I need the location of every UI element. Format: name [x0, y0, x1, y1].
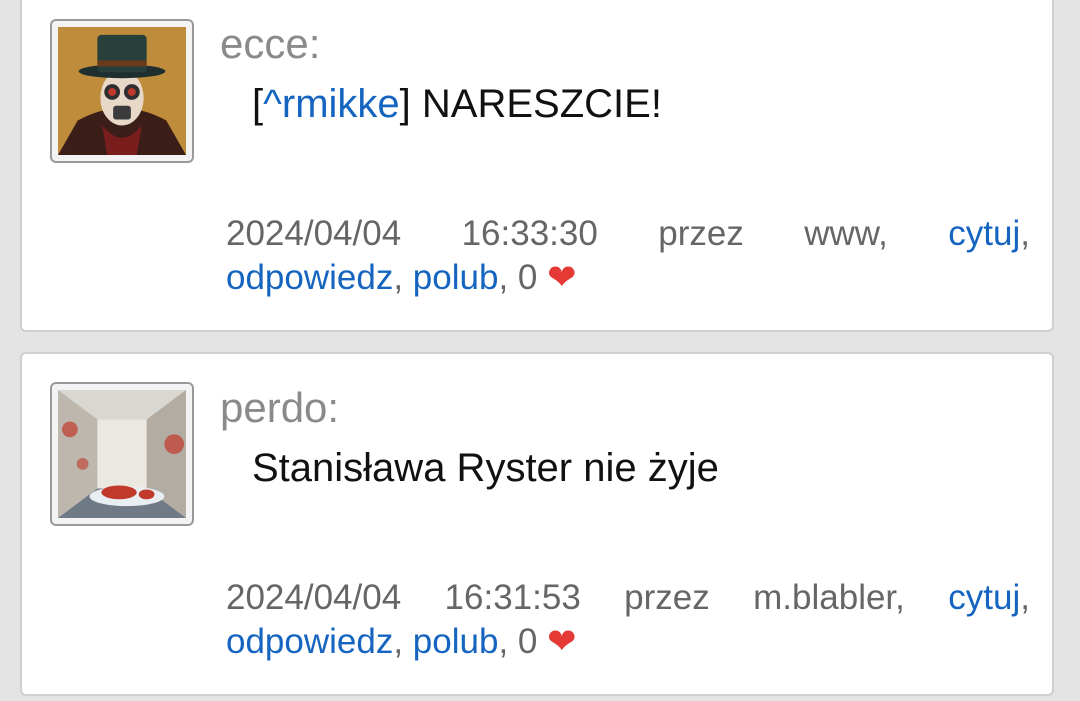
- przez-label: przez: [658, 214, 744, 253]
- przez-label: przez: [624, 578, 710, 617]
- avatar-image-steampunk: [58, 27, 186, 155]
- post-time: 16:31:53: [444, 578, 581, 617]
- post-message: [^rmikke] NARESZCIE!: [252, 82, 662, 127]
- mention-bracket-open: [: [252, 82, 264, 126]
- avatar[interactable]: [50, 382, 194, 526]
- avatar[interactable]: [50, 19, 194, 163]
- mention-bracket-close: ]: [399, 82, 411, 126]
- post-meta: 2024/04/04 16:33:30 przez www, cytuj, od…: [226, 214, 1030, 297]
- post-author[interactable]: perdo:: [220, 384, 339, 432]
- post-message: Stanisława Ryster nie żyje: [252, 446, 719, 490]
- post-source: m.blabler,: [753, 578, 905, 617]
- reply-link[interactable]: odpowiedz: [226, 622, 393, 661]
- like-link[interactable]: polub: [413, 258, 499, 297]
- post-meta: 2024/04/04 16:31:53 przez m.blabler, cyt…: [226, 578, 1030, 661]
- quote-link[interactable]: cytuj: [948, 578, 1020, 617]
- heart-icon: ❤: [547, 258, 577, 297]
- reply-link[interactable]: odpowiedz: [226, 258, 393, 297]
- post-author[interactable]: ecce:: [220, 20, 320, 68]
- like-count: 0: [517, 622, 538, 661]
- post-card: ecce: [^rmikke] NARESZCIE! 2024/04/04 16…: [20, 0, 1054, 332]
- post-time: 16:33:30: [461, 214, 598, 253]
- post-text: NARESZCIE!: [410, 82, 662, 126]
- mention-link[interactable]: ^rmikke: [263, 82, 400, 126]
- post-card: perdo: Stanisława Ryster nie żyje 2024/0…: [20, 352, 1054, 696]
- heart-icon: ❤: [547, 622, 577, 661]
- like-count: 0: [517, 258, 538, 297]
- quote-link[interactable]: cytuj: [948, 214, 1020, 253]
- post-date: 2024/04/04: [226, 214, 402, 253]
- post-source: www,: [804, 214, 888, 253]
- post-date: 2024/04/04: [226, 578, 402, 617]
- avatar-image-corridor: [58, 390, 186, 518]
- like-link[interactable]: polub: [413, 622, 499, 661]
